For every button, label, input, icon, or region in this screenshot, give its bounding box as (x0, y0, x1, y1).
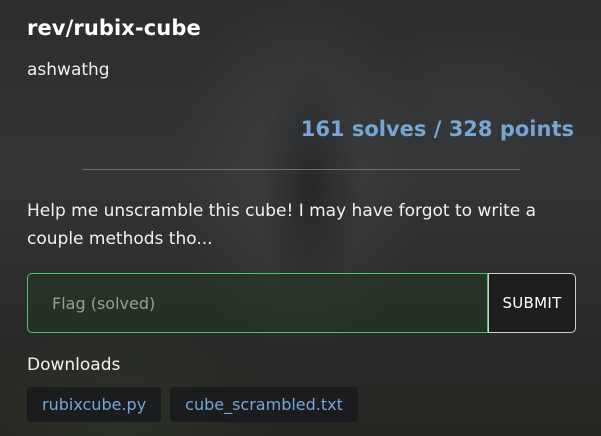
downloads-label: Downloads (27, 355, 121, 375)
challenge-card: rev/rubix-cube ashwathg 161 solves / 328… (0, 0, 601, 436)
challenge-title: rev/rubix-cube (27, 16, 201, 40)
submit-button[interactable]: SUBMIT (488, 273, 576, 333)
download-link-cube-scrambled-txt[interactable]: cube_scrambled.txt (170, 387, 358, 422)
challenge-author: ashwathg (27, 60, 110, 80)
download-link-rubixcube-py[interactable]: rubixcube.py (27, 387, 162, 422)
downloads-list: rubixcube.py cube_scrambled.txt (27, 387, 358, 422)
challenge-description: Help me unscramble this cube! I may have… (27, 201, 537, 249)
flag-input[interactable] (27, 273, 488, 333)
divider (82, 169, 520, 170)
flag-form: SUBMIT (27, 273, 576, 333)
challenge-score: 161 solves / 328 points (300, 117, 574, 141)
